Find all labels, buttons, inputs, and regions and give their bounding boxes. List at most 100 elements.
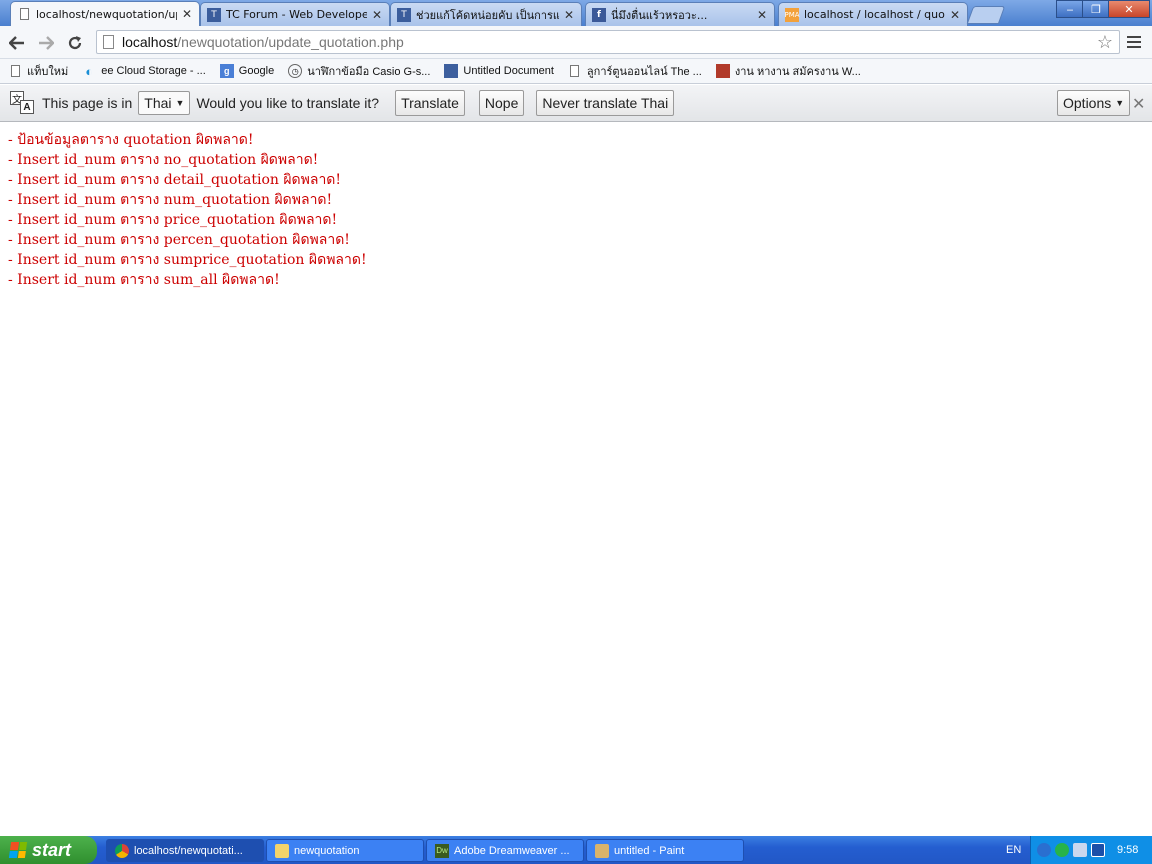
bookmarks-bar: แท็บใหม่ ◐ ee Cloud Storage - ... g Goog… — [0, 59, 1152, 84]
translate-infobar: 文A This page is in Thai ▼ Would you like… — [0, 85, 1152, 122]
task-label: Adobe Dreamweaver ... — [454, 844, 570, 857]
never-translate-button[interactable]: Never translate Thai — [536, 90, 675, 116]
close-icon[interactable]: ✕ — [371, 8, 383, 22]
close-icon[interactable]: ✕ — [181, 7, 193, 21]
bookmark-label: แท็บใหม่ — [27, 66, 69, 78]
menu-icon[interactable] — [1127, 32, 1145, 52]
close-icon[interactable]: ✕ — [949, 8, 961, 22]
tab-title: นี่มึงตื่นแร้วหรอวะ... — [611, 8, 708, 22]
bookmark-label: Untitled Document — [463, 65, 554, 77]
back-button[interactable] — [6, 32, 28, 54]
line-messenger-icon[interactable] — [1055, 843, 1069, 857]
translate-button[interactable]: Translate — [395, 90, 465, 116]
options-button[interactable]: Options ▼ — [1057, 90, 1131, 116]
windows-logo-icon — [8, 842, 28, 858]
bookmark-item[interactable]: แท็บใหม่ — [8, 62, 68, 80]
taskbar-item-folder[interactable]: newquotation — [266, 839, 424, 862]
dreamweaver-icon: Dw — [435, 843, 449, 858]
task-label: localhost/newquotati... — [134, 844, 243, 857]
page-icon — [568, 64, 582, 78]
error-message: - Insert id_num ตาราง no_quotation ผิดพล… — [8, 152, 319, 168]
paint-icon — [595, 843, 609, 858]
tab-title: TC Forum - Web Developer W — [226, 8, 367, 21]
taskbar: start localhost/newquotati... newquotati… — [0, 836, 1152, 864]
bookmark-item[interactable]: ลูการ์ตูนออนไลน์ The ... — [568, 62, 702, 80]
arrow-left-icon — [9, 36, 24, 50]
building-icon — [444, 64, 459, 78]
system-tray: 9:58 — [1030, 836, 1152, 864]
error-message-list: - ป้อนข้อมูลตาราง quotation ผิดพลาด! - I… — [8, 130, 367, 290]
address-bar[interactable]: localhost/newquotation/update_quotation.… — [96, 30, 1120, 54]
error-message: - Insert id_num ตาราง price_quotation ผิ… — [8, 212, 338, 228]
close-window-button[interactable]: ✕ — [1108, 0, 1150, 18]
forward-button[interactable] — [35, 32, 57, 54]
tab-strip: localhost/newquotation/upda ✕ T TC Forum… — [0, 0, 1152, 26]
close-icon[interactable]: ✕ — [1132, 94, 1145, 114]
bookmark-label: ee Cloud Storage - ... — [101, 65, 206, 77]
forum-icon: T — [207, 7, 221, 22]
language-indicator[interactable]: EN — [1006, 844, 1021, 856]
tab-facebook[interactable]: f นี่มึงตื่นแร้วหรอวะ... ✕ — [585, 2, 775, 26]
tab-thai-help[interactable]: T ช่วยแก้โค้ดหน่อยคับ เป็นการแ ✕ — [390, 2, 582, 26]
bookmark-item[interactable]: งาน หางาน สมัครงาน W... — [715, 62, 861, 80]
close-icon[interactable]: ✕ — [563, 8, 575, 22]
bookmark-label: Google — [238, 65, 275, 77]
maximize-button[interactable]: ❐ — [1082, 0, 1110, 18]
forum-icon: T — [397, 7, 411, 22]
arrow-right-icon — [39, 36, 54, 50]
start-label: start — [32, 839, 72, 860]
bookmark-item[interactable]: ◐ ee Cloud Storage - ... — [82, 63, 206, 79]
bookmark-label: งาน หางาน สมัครงาน W... — [734, 66, 861, 78]
error-message: - Insert id_num ตาราง num_quotation ผิดพ… — [8, 192, 333, 208]
close-icon[interactable]: ✕ — [756, 8, 768, 22]
cloud-icon: ◐ — [85, 63, 94, 79]
bookmark-star-icon[interactable]: ☆ — [1097, 31, 1113, 53]
chrome-icon — [115, 843, 129, 858]
tab-tc-forum[interactable]: T TC Forum - Web Developer W ✕ — [200, 2, 390, 26]
taskbar-item-chrome[interactable]: localhost/newquotati... — [106, 839, 264, 862]
network-icon[interactable] — [1073, 843, 1087, 857]
google-icon: g — [219, 64, 234, 78]
facebook-icon: f — [592, 7, 606, 22]
clock-icon: ◷ — [288, 64, 303, 78]
error-message: - Insert id_num ตาราง sum_all ผิดพลาด! — [8, 272, 280, 288]
translate-question: Would you like to translate it? — [196, 95, 380, 111]
chevron-left-icon[interactable] — [1037, 843, 1051, 857]
v2-icon[interactable] — [1091, 843, 1105, 857]
error-message: - Insert id_num ตาราง sumprice_quotation… — [8, 252, 367, 268]
browser-toolbar: localhost/newquotation/update_quotation.… — [0, 26, 1152, 59]
clock: 9:58 — [1117, 844, 1139, 856]
reload-icon — [68, 36, 82, 50]
start-button[interactable]: start — [0, 836, 97, 864]
tab-title: localhost/newquotation/upda — [36, 7, 177, 21]
bookmark-item[interactable]: g Google — [219, 64, 275, 78]
language-select[interactable]: Thai ▼ — [138, 91, 191, 115]
page-icon — [8, 64, 22, 78]
taskbar-item-paint[interactable]: untitled - Paint — [586, 839, 744, 862]
tab-phpmyadmin[interactable]: PMA localhost / localhost / quotati ✕ — [778, 2, 968, 26]
translate-prefix: This page is in — [42, 95, 133, 111]
bookmark-label: ลูการ์ตูนออนไลน์ The ... — [586, 66, 702, 78]
page-icon — [17, 7, 31, 21]
tab-title: ช่วยแก้โค้ดหน่อยคับ เป็นการแ — [416, 8, 559, 22]
translate-icon: 文A — [10, 91, 34, 115]
error-message: - Insert id_num ตาราง detail_quotation ผ… — [8, 172, 342, 188]
tab-localhost-update[interactable]: localhost/newquotation/upda ✕ — [10, 1, 200, 26]
task-label: untitled - Paint — [614, 844, 685, 857]
bookmark-item[interactable]: ◷ นาฬิกาข้อมือ Casio G-s... — [288, 62, 430, 80]
language-value: Thai — [144, 95, 172, 111]
error-message: - Insert id_num ตาราง percen_quotation ผ… — [8, 232, 350, 248]
address-host: localhost — [122, 34, 178, 50]
reload-button[interactable] — [64, 32, 86, 54]
page-icon — [103, 35, 114, 49]
tab-title: localhost / localhost / quotati — [804, 8, 945, 21]
bookmark-item[interactable]: Untitled Document — [444, 64, 554, 78]
folder-icon — [275, 843, 289, 858]
new-tab-button[interactable] — [966, 6, 1006, 24]
options-label: Options — [1063, 95, 1112, 111]
taskbar-item-dreamweaver[interactable]: Dw Adobe Dreamweaver ... — [426, 839, 584, 862]
minimize-button[interactable]: ‒ — [1056, 0, 1084, 18]
task-label: newquotation — [294, 844, 360, 857]
bookmark-label: นาฬิกาข้อมือ Casio G-s... — [307, 66, 431, 78]
nope-button[interactable]: Nope — [478, 90, 525, 116]
